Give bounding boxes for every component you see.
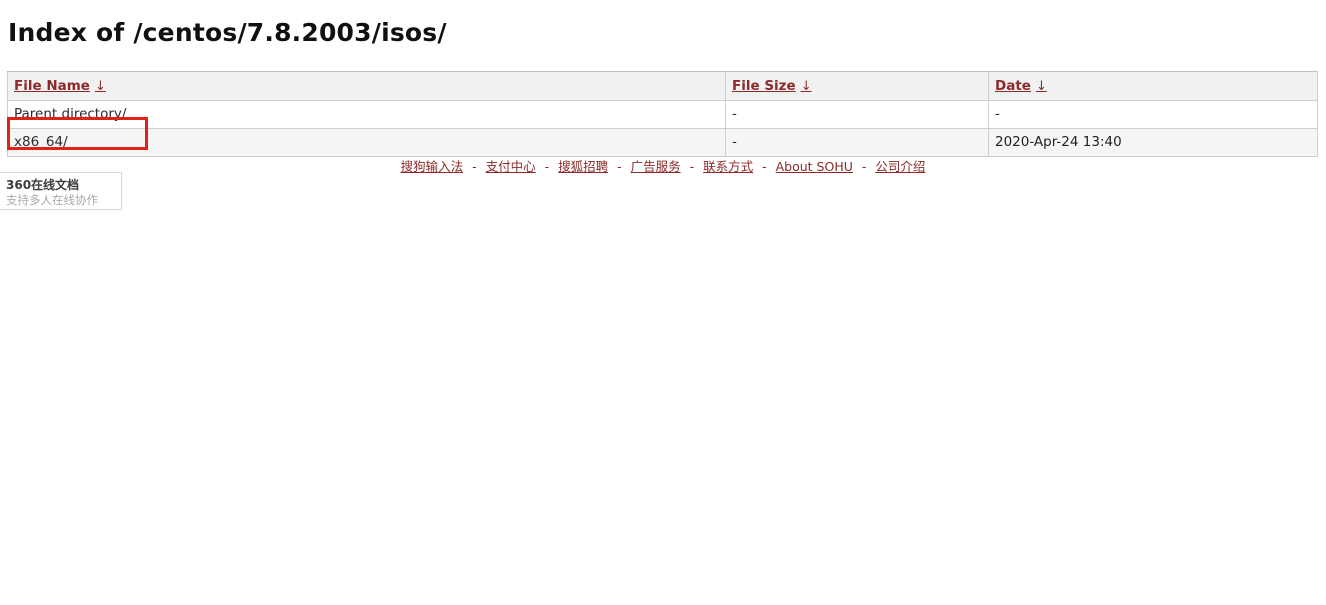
footer-link-payment-center[interactable]: 支付中心 xyxy=(486,159,536,174)
date-value: 2020-Apr-24 13:40 xyxy=(995,134,1122,150)
column-header-file-size-label[interactable]: File Size xyxy=(732,78,796,94)
footer-separator: - xyxy=(544,159,550,174)
column-header-date-label[interactable]: Date xyxy=(995,78,1031,94)
file-link-x86-64[interactable]: x86_64/ xyxy=(14,134,68,150)
column-header-file-name[interactable]: File Name ↓ xyxy=(7,71,726,101)
directory-listing-table: File Name ↓ File Size ↓ Date ↓ Parent direc… xyxy=(7,71,1318,157)
footer-link-sogou-input[interactable]: 搜狗输入法 xyxy=(401,159,464,174)
file-link-parent-directory[interactable]: Parent directory/ xyxy=(14,106,126,122)
date-value: - xyxy=(995,106,1000,122)
file-size-value: - xyxy=(732,134,737,150)
table-row: x86_64/ - 2020-Apr-24 13:40 xyxy=(7,128,1318,157)
footer-link-sohu-jobs[interactable]: 搜狐招聘 xyxy=(558,159,608,174)
footer-separator: - xyxy=(689,159,695,174)
page-title: Index of /centos/7.8.2003/isos/ xyxy=(8,18,447,47)
column-header-date[interactable]: Date ↓ xyxy=(988,71,1318,101)
cell-file-name: x86_64/ xyxy=(7,128,726,157)
footer-separator: - xyxy=(617,159,622,174)
column-header-file-name-label[interactable]: File Name xyxy=(14,78,90,94)
doc-popup-title: 360在线文档 xyxy=(6,178,80,192)
cell-file-name: Parent directory/ xyxy=(7,100,726,129)
arrow-down-icon[interactable]: ↓ xyxy=(796,79,812,94)
footer-link-ad-services[interactable]: 广告服务 xyxy=(631,159,681,174)
doc-popup[interactable]: 360在线文档 支持多人在线协作 xyxy=(0,172,122,210)
footer-link-bar: 搜狗输入法 - 支付中心 - 搜狐招聘 - 广告服务 - 联系方式 - Abou… xyxy=(0,156,1326,175)
footer-link-contact[interactable]: 联系方式 xyxy=(703,159,753,174)
arrow-down-icon[interactable]: ↓ xyxy=(1031,79,1047,94)
cell-date: 2020-Apr-24 13:40 xyxy=(988,128,1318,157)
column-header-file-size[interactable]: File Size ↓ xyxy=(725,71,989,101)
footer-separator: - xyxy=(861,159,867,174)
table-header-row: File Name ↓ File Size ↓ Date ↓ xyxy=(7,71,1318,101)
footer-link-about-sohu[interactable]: About SOHU xyxy=(776,159,853,174)
cell-file-size: - xyxy=(725,100,989,129)
footer-link-company-intro[interactable]: 公司介绍 xyxy=(875,159,925,174)
cell-file-size: - xyxy=(725,128,989,157)
footer-separator: - xyxy=(472,159,477,174)
cell-date: - xyxy=(988,100,1318,129)
doc-popup-subtitle: 支持多人在线协作 xyxy=(6,193,98,207)
footer-separator: - xyxy=(762,159,767,174)
arrow-down-icon[interactable]: ↓ xyxy=(90,79,106,94)
file-size-value: - xyxy=(732,106,737,122)
table-row: Parent directory/ - - xyxy=(7,100,1318,129)
